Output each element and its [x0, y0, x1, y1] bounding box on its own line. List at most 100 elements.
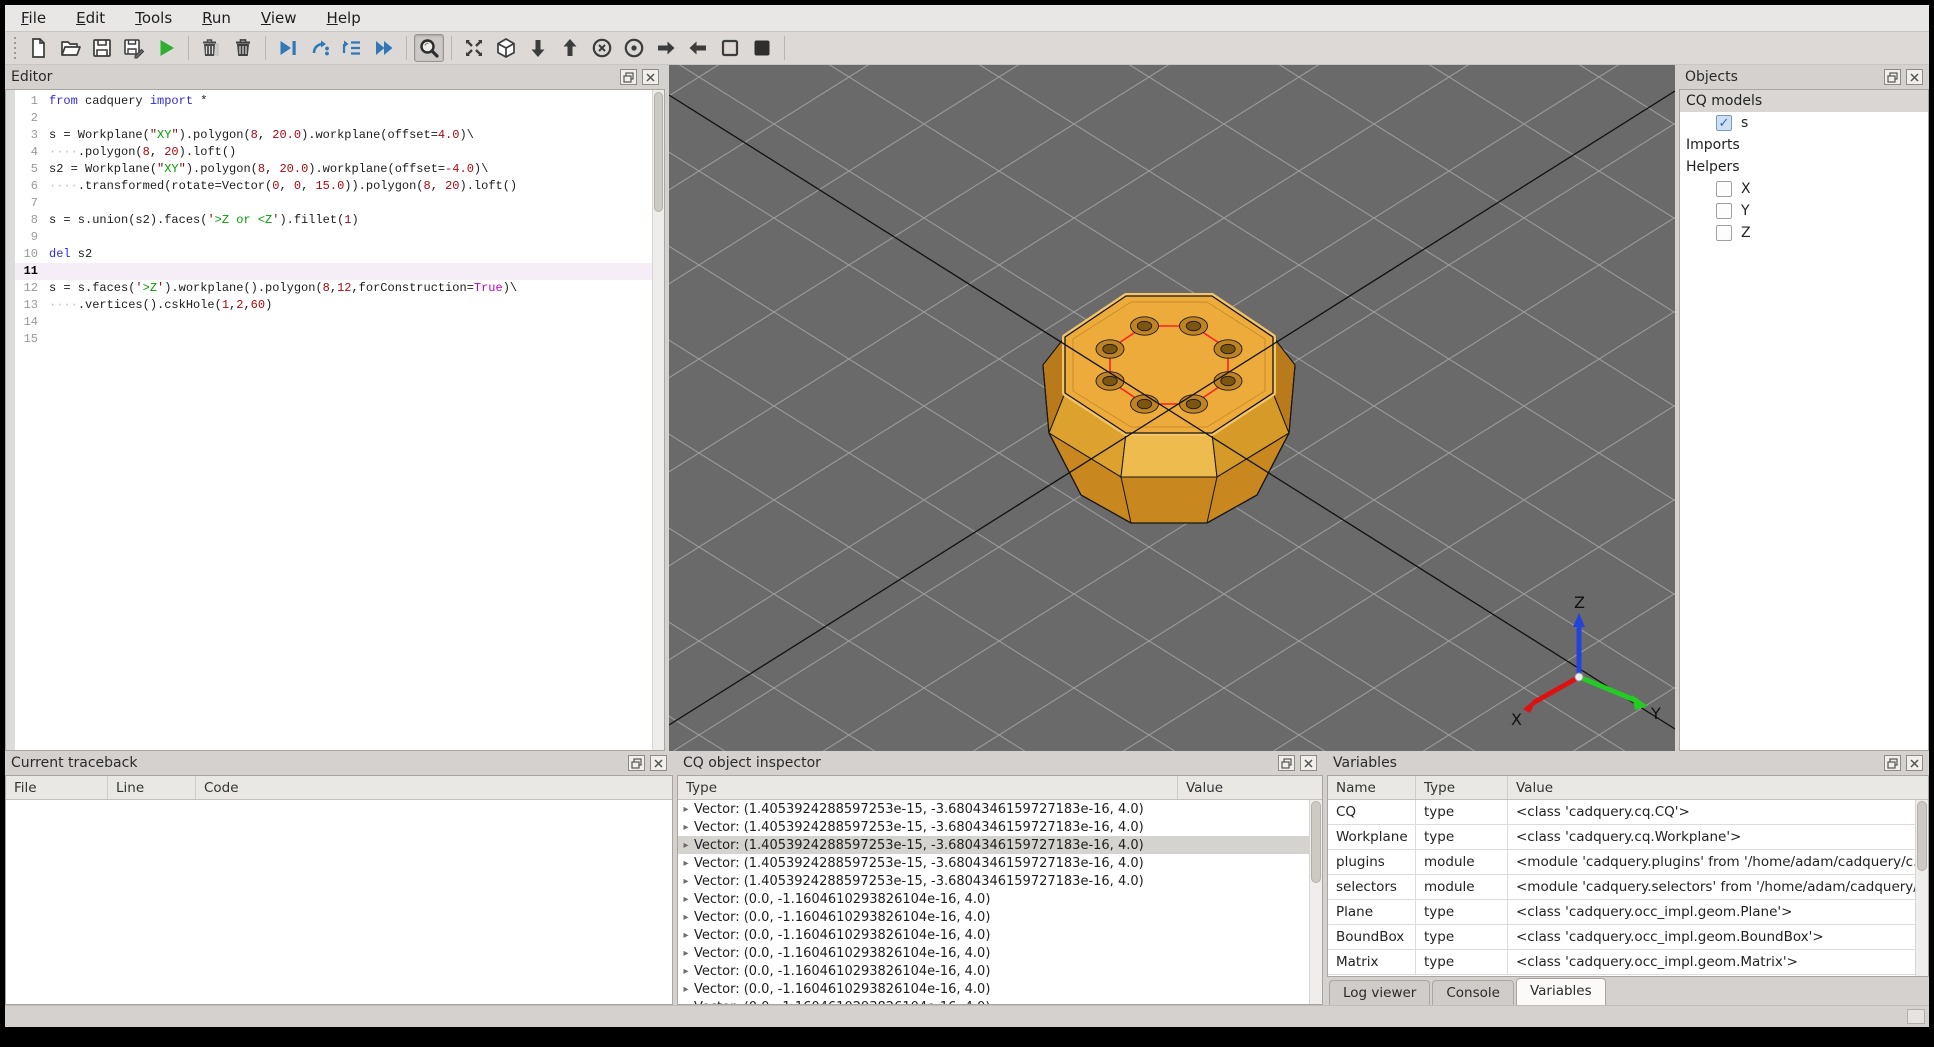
code-line-4[interactable]: 4 ····.polygon(8, 20).loft() — [15, 144, 652, 161]
save-button[interactable] — [87, 34, 117, 62]
column-header-code[interactable]: Code — [196, 776, 672, 799]
3d-viewport[interactable]: Z X Y — [669, 65, 1675, 751]
continue-button[interactable] — [369, 34, 399, 62]
inspector-row[interactable]: ▸Vector: (0.0, -1.1604610293826104e-16, … — [678, 926, 1309, 944]
inspector-row[interactable]: ▸ Vector: (1.4053924288597253e-15, -3.680… — [678, 854, 1309, 872]
inspector-row[interactable]: ▸ Vector: (1.4053924288597253e-15, -3.680… — [678, 800, 1309, 818]
close-icon[interactable] — [650, 755, 667, 771]
open-button[interactable] — [55, 34, 85, 62]
editor-scrollbar[interactable] — [652, 90, 664, 750]
float-icon[interactable] — [1884, 755, 1901, 771]
inspector-scrollbar[interactable] — [1309, 800, 1322, 1004]
expand-arrow-icon[interactable]: ▸ — [678, 1002, 694, 1005]
menu-tools[interactable]: Tools — [135, 9, 172, 27]
toolbar-drag-handle[interactable] — [11, 36, 19, 60]
checkbox-z[interactable] — [1716, 225, 1732, 241]
code-line-13[interactable]: 13 ····.vertices().cskHole(1,2,60) — [15, 297, 652, 314]
inspector-row[interactable]: ▸Vector: (0.0, -1.1604610293826104e-16, … — [678, 962, 1309, 980]
step-into-button[interactable] — [337, 34, 367, 62]
close-icon[interactable] — [642, 69, 659, 85]
tree-item-z[interactable]: Z — [1680, 222, 1928, 244]
expand-arrow-icon[interactable]: ▸ — [678, 912, 694, 923]
close-icon[interactable] — [1300, 755, 1317, 771]
step-button[interactable] — [305, 34, 335, 62]
float-icon[interactable] — [628, 755, 645, 771]
checkbox-x[interactable] — [1716, 181, 1732, 197]
code-line-1[interactable]: 1 from cadquery import * — [15, 93, 652, 110]
3d-scene[interactable]: Z X Y — [669, 65, 1675, 751]
expand-arrow-icon[interactable]: ▸ — [678, 822, 694, 833]
tree-group-imports[interactable]: Imports — [1680, 134, 1928, 156]
expand-arrow-icon[interactable]: ▸ — [678, 858, 694, 869]
expand-arrow-icon[interactable]: ▸ — [678, 984, 694, 995]
inspector-row[interactable]: ▸Vector: (0.0, -1.1604610293826104e-16, … — [678, 890, 1309, 908]
variable-row[interactable]: plugins module <module 'cadquery.plugins' … — [1328, 850, 1915, 875]
tree-item-y[interactable]: Y — [1680, 200, 1928, 222]
menu-help[interactable]: Help — [327, 9, 361, 27]
close-icon[interactable] — [1906, 755, 1923, 771]
run-button[interactable] — [151, 34, 181, 62]
column-header-line[interactable]: Line — [108, 776, 196, 799]
code-line-6[interactable]: 6 ····.transformed(rotate=Vector(0, 0, 15… — [15, 178, 652, 195]
column-header-type[interactable]: Type — [678, 776, 1178, 799]
checkbox-y[interactable] — [1716, 203, 1732, 219]
expand-arrow-icon[interactable]: ▸ — [678, 840, 694, 851]
tab-variables[interactable]: Variables — [1515, 978, 1606, 1005]
variable-row[interactable]: Workplane type <class 'cadquery.cq.Workpla… — [1328, 825, 1915, 850]
tab-log-viewer[interactable]: Log viewer — [1329, 980, 1431, 1005]
expand-arrow-icon[interactable]: ▸ — [678, 804, 694, 815]
code-line-3[interactable]: 3 s = Workplane("XY").polygon(8, 20.0).wo… — [15, 127, 652, 144]
code-editor[interactable]: 1 from cadquery import * 2 3 s = Workplane("… — [5, 89, 665, 751]
menu-file[interactable]: File — [21, 9, 46, 27]
wireframe-button[interactable] — [715, 34, 745, 62]
float-icon[interactable] — [1278, 755, 1295, 771]
inspector-row[interactable]: ▸Vector: (0.0, -1.1604610293826104e-16, … — [678, 944, 1309, 962]
iso-view-button[interactable] — [491, 34, 521, 62]
front-view-button[interactable] — [587, 34, 617, 62]
inspector-row[interactable]: ▸ Vector: (1.4053924288597253e-15, -3.680… — [678, 836, 1309, 854]
fit-all-button[interactable] — [459, 34, 489, 62]
expand-arrow-icon[interactable]: ▸ — [678, 966, 694, 977]
float-icon[interactable] — [1884, 69, 1901, 85]
code-line-15[interactable]: 15 — [15, 331, 652, 348]
zoom-button[interactable] — [414, 34, 444, 62]
expand-arrow-icon[interactable]: ▸ — [678, 930, 694, 941]
code-line-10[interactable]: 10 del s2 — [15, 246, 652, 263]
expand-arrow-icon[interactable]: ▸ — [678, 948, 694, 959]
variable-row[interactable]: selectors module <module 'cadquery.selecto… — [1328, 875, 1915, 900]
right-view-button[interactable] — [683, 34, 713, 62]
save-as-button[interactable] — [119, 34, 149, 62]
float-icon[interactable] — [620, 69, 637, 85]
inspector-row[interactable]: ▸Vector: (0.0, -1.1604610293826104e-16, … — [678, 908, 1309, 926]
column-header-value[interactable]: Value — [1178, 776, 1322, 799]
expand-arrow-icon[interactable]: ▸ — [678, 894, 694, 905]
tree-item-s[interactable]: ✓ s — [1680, 112, 1928, 134]
tree-group-helpers[interactable]: Helpers — [1680, 156, 1928, 178]
resize-grip[interactable] — [1907, 1009, 1925, 1024]
code-area[interactable]: 1 from cadquery import * 2 3 s = Workplane("… — [15, 90, 652, 750]
column-header-file[interactable]: File — [6, 776, 108, 799]
variable-row[interactable]: Matrix type <class 'cadquery.occ_impl.geom… — [1328, 950, 1915, 975]
debug-button[interactable] — [273, 34, 303, 62]
column-header-value[interactable]: Value — [1508, 776, 1928, 799]
checkbox-s[interactable]: ✓ — [1716, 115, 1732, 131]
code-line-11[interactable]: 11 — [15, 263, 652, 280]
delete-button[interactable] — [196, 34, 226, 62]
delete-all-button[interactable] — [228, 34, 258, 62]
code-line-14[interactable]: 14 — [15, 314, 652, 331]
code-line-5[interactable]: 5 s2 = Workplane("XY").polygon(8, 20.0).w… — [15, 161, 652, 178]
left-view-button[interactable] — [651, 34, 681, 62]
code-line-12[interactable]: 12 s = s.faces('>Z').workplane().polygon(… — [15, 280, 652, 297]
column-header-type[interactable]: Type — [1416, 776, 1508, 799]
menu-run[interactable]: Run — [202, 9, 231, 27]
code-line-2[interactable]: 2 — [15, 110, 652, 127]
inspector-row[interactable]: ▸ Vector: (1.4053924288597253e-15, -3.680… — [678, 872, 1309, 890]
code-line-9[interactable]: 9 — [15, 229, 652, 246]
close-icon[interactable] — [1906, 69, 1923, 85]
expand-arrow-icon[interactable]: ▸ — [678, 876, 694, 887]
tab-console[interactable]: Console — [1432, 980, 1514, 1005]
top-view-button[interactable] — [523, 34, 553, 62]
variable-row[interactable]: BoundBox type <class 'cadquery.occ_impl.ge… — [1328, 925, 1915, 950]
variables-scrollbar[interactable] — [1915, 800, 1928, 976]
column-header-name[interactable]: Name — [1328, 776, 1416, 799]
